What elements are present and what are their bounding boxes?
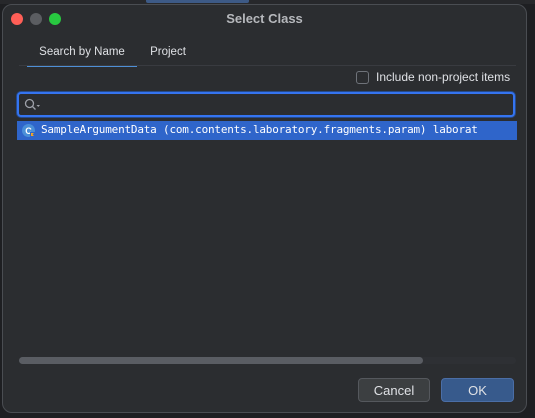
select-class-dialog: Select Class Search by Name Project Incl… (2, 4, 527, 413)
background-window-tab (146, 0, 249, 3)
result-item-label: SampleArgumentData (com.contents.laborat… (41, 123, 478, 136)
search-field[interactable] (17, 92, 515, 117)
results-list: C SampleArgumentData (com.contents.labor… (17, 119, 517, 355)
horizontal-scrollbar-thumb[interactable] (19, 357, 423, 364)
tab-project[interactable]: Project (139, 43, 197, 65)
ok-button[interactable]: OK (441, 378, 514, 402)
tab-divider (19, 65, 516, 66)
search-icon[interactable] (24, 98, 42, 112)
tab-search-by-name[interactable]: Search by Name (27, 43, 137, 67)
title-bar: Select Class (3, 5, 526, 33)
include-non-project-checkbox[interactable] (356, 71, 369, 84)
search-input[interactable] (47, 96, 511, 115)
result-item[interactable]: C SampleArgumentData (com.contents.labor… (17, 121, 517, 140)
kotlin-class-icon: C (22, 124, 35, 137)
include-non-project-label[interactable]: Include non-project items (376, 70, 510, 84)
dialog-title: Select Class (226, 11, 303, 26)
cancel-button[interactable]: Cancel (358, 378, 430, 402)
horizontal-scrollbar[interactable] (19, 357, 516, 364)
include-non-project-option[interactable]: Include non-project items (356, 70, 514, 88)
